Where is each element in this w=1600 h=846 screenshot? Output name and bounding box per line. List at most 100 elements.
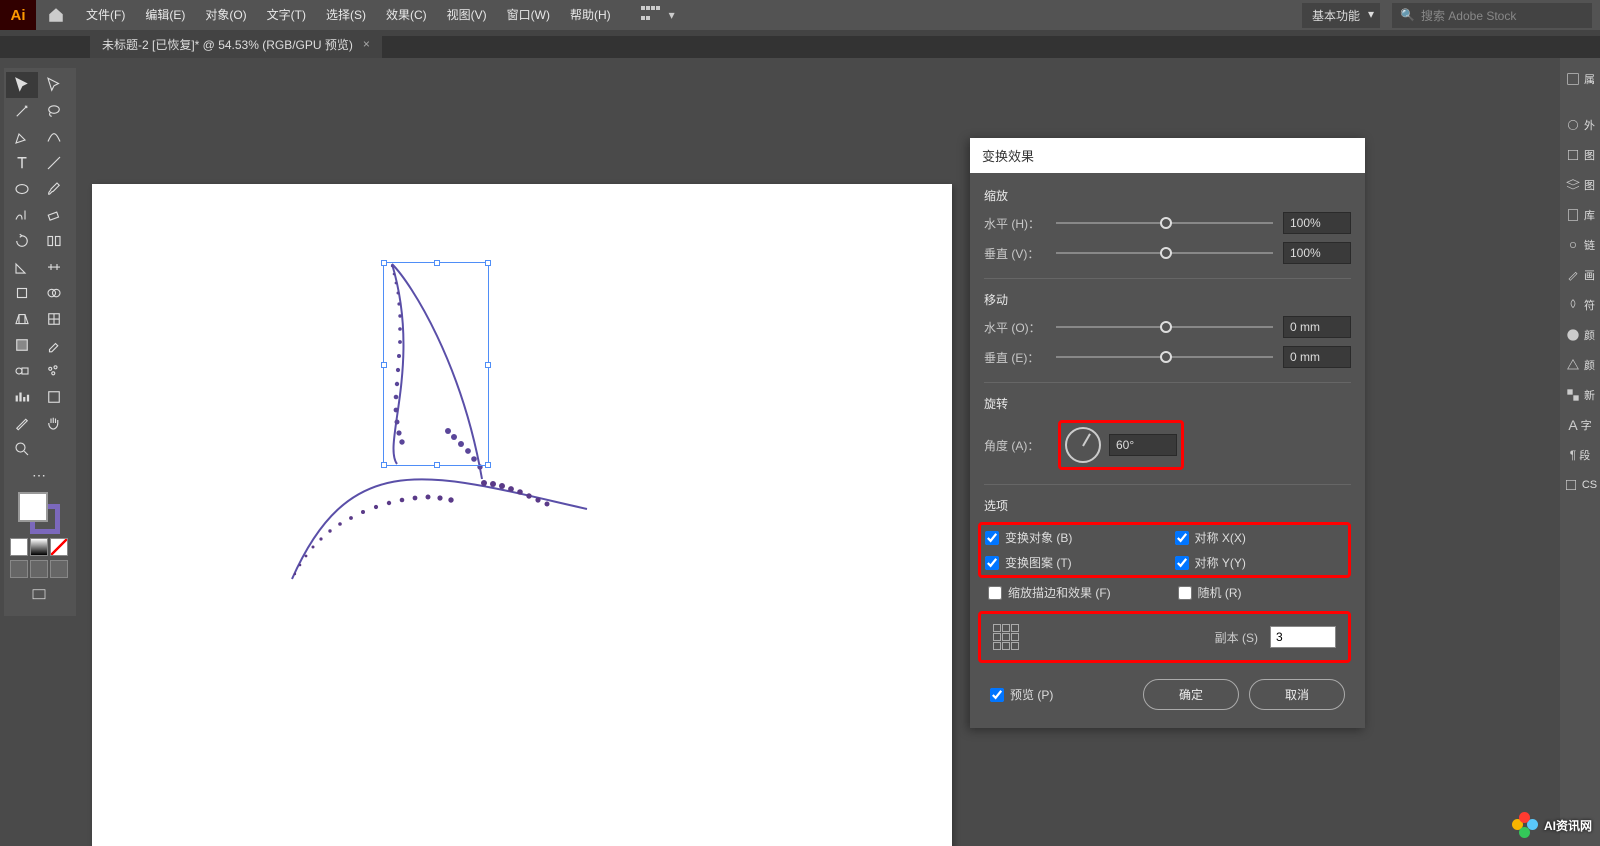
workspace-switcher[interactable]: 基本功能 (1302, 3, 1380, 28)
menu-file[interactable]: 文件(F) (76, 0, 135, 30)
menu-edit[interactable]: 编辑(E) (135, 0, 195, 30)
scale-v-slider[interactable] (1056, 245, 1273, 261)
dialog-title: 变换效果 (970, 138, 1365, 173)
angle-dial[interactable] (1065, 427, 1101, 463)
pen-tool[interactable] (6, 124, 38, 150)
cancel-button[interactable]: 取消 (1249, 679, 1345, 710)
rail-appearance[interactable]: 外 (1560, 110, 1600, 140)
rail-swatches[interactable]: 新 (1560, 380, 1600, 410)
blend-tool[interactable] (6, 358, 38, 384)
angle-input[interactable] (1109, 434, 1177, 456)
width-tool[interactable] (38, 254, 70, 280)
rail-libraries[interactable]: 库 (1560, 200, 1600, 230)
random-checkbox[interactable]: 随机 (R) (1178, 584, 1348, 601)
draw-normal[interactable] (10, 560, 28, 578)
reference-point[interactable] (993, 624, 1019, 650)
control-bar (0, 30, 1600, 36)
menu-select[interactable]: 选择(S) (316, 0, 376, 30)
search-icon: 🔍 (1400, 8, 1415, 22)
reflect-tool[interactable] (38, 228, 70, 254)
type-tool[interactable] (6, 150, 38, 176)
selection-tool[interactable] (6, 72, 38, 98)
hand-tool[interactable] (38, 410, 70, 436)
options-section-title: 选项 (984, 497, 1351, 514)
move-v-input[interactable] (1283, 346, 1351, 368)
tab-close-icon[interactable]: × (363, 37, 370, 51)
menu-window[interactable]: 窗口(W) (497, 0, 560, 30)
fill-swatch[interactable] (18, 492, 48, 522)
lasso-tool[interactable] (38, 98, 70, 124)
rail-css[interactable]: CS (1560, 470, 1600, 500)
arrange-docs-icon[interactable] (641, 6, 663, 24)
menu-effect[interactable]: 效果(C) (376, 0, 437, 30)
none-mode[interactable] (50, 538, 68, 556)
mesh-tool[interactable] (38, 306, 70, 332)
rotate-tool[interactable] (6, 228, 38, 254)
angle-label: 角度 (A)： (984, 437, 1056, 454)
stock-search[interactable]: 🔍 搜索 Adobe Stock (1392, 3, 1592, 28)
fill-stroke-swatch[interactable] (18, 492, 60, 534)
slice-tool[interactable] (6, 410, 38, 436)
rail-layers[interactable]: 图 (1560, 170, 1600, 200)
reflect-x-checkbox[interactable]: 对称 X(X) (1175, 529, 1345, 546)
rail-paragraph[interactable]: ¶段 (1560, 440, 1600, 470)
menu-object[interactable]: 对象(O) (195, 0, 256, 30)
artboard[interactable] (92, 184, 952, 846)
edit-toolbar[interactable]: ⋯ (6, 462, 72, 488)
watermark: AI资讯网 (1512, 812, 1592, 838)
rail-character[interactable]: A字 (1560, 410, 1600, 440)
curvature-tool[interactable] (38, 124, 70, 150)
main-menu: 文件(F) 编辑(E) 对象(O) 文字(T) 选择(S) 效果(C) 视图(V… (76, 0, 621, 30)
artboard-tool[interactable] (38, 384, 70, 410)
menu-help[interactable]: 帮助(H) (560, 0, 621, 30)
rail-links[interactable]: 链 (1560, 230, 1600, 260)
tool-panel: ⋯ (4, 68, 76, 616)
transform-objects-checkbox[interactable]: 变换对象 (B) (985, 529, 1155, 546)
move-v-slider[interactable] (1056, 349, 1273, 365)
gradient-mode[interactable] (30, 538, 48, 556)
gradient-tool[interactable] (6, 332, 38, 358)
free-transform-tool[interactable] (6, 280, 38, 306)
reflect-y-checkbox[interactable]: 对称 Y(Y) (1175, 554, 1345, 571)
scale-v-input[interactable] (1283, 242, 1351, 264)
direct-selection-tool[interactable] (38, 72, 70, 98)
right-panel-rail: 属 外 图 图 库 链 画 符 颜 颜 新 A字 ¶段 CS (1560, 58, 1600, 846)
ok-button[interactable]: 确定 (1143, 679, 1239, 710)
menu-view[interactable]: 视图(V) (437, 0, 497, 30)
scale-h-slider[interactable] (1056, 215, 1273, 231)
color-mode[interactable] (10, 538, 28, 556)
shape-builder-tool[interactable] (38, 280, 70, 306)
move-h-slider[interactable] (1056, 319, 1273, 335)
screen-mode[interactable] (6, 582, 72, 608)
move-h-input[interactable] (1283, 316, 1351, 338)
symbol-sprayer-tool[interactable] (38, 358, 70, 384)
zoom-tool[interactable] (6, 436, 38, 462)
scale-tool[interactable] (6, 254, 38, 280)
copies-input[interactable] (1270, 626, 1336, 648)
rail-color-guide[interactable]: 颜 (1560, 350, 1600, 380)
eraser-tool[interactable] (38, 202, 70, 228)
ellipse-tool[interactable] (6, 176, 38, 202)
scale-h-input[interactable] (1283, 212, 1351, 234)
scale-strokes-checkbox[interactable]: 缩放描边和效果 (F) (988, 584, 1158, 601)
preview-checkbox[interactable]: 预览 (P) (990, 686, 1053, 703)
column-graph-tool[interactable] (6, 384, 38, 410)
rail-color[interactable]: 颜 (1560, 320, 1600, 350)
selection-bounds[interactable] (383, 262, 489, 466)
shaper-tool[interactable] (6, 202, 38, 228)
dropdown-caret-icon[interactable]: ▾ (669, 8, 675, 22)
rail-graphic-styles[interactable]: 图 (1560, 140, 1600, 170)
home-icon[interactable] (36, 6, 76, 24)
rail-properties[interactable]: 属 (1560, 64, 1600, 94)
eyedropper-tool[interactable] (38, 332, 70, 358)
rail-brushes[interactable]: 画 (1560, 260, 1600, 290)
menu-type[interactable]: 文字(T) (257, 0, 316, 30)
rail-symbols[interactable]: 符 (1560, 290, 1600, 320)
paintbrush-tool[interactable] (38, 176, 70, 202)
draw-inside[interactable] (50, 560, 68, 578)
line-tool[interactable] (38, 150, 70, 176)
perspective-grid-tool[interactable] (6, 306, 38, 332)
transform-patterns-checkbox[interactable]: 变换图案 (T) (985, 554, 1155, 571)
draw-behind[interactable] (30, 560, 48, 578)
magic-wand-tool[interactable] (6, 98, 38, 124)
